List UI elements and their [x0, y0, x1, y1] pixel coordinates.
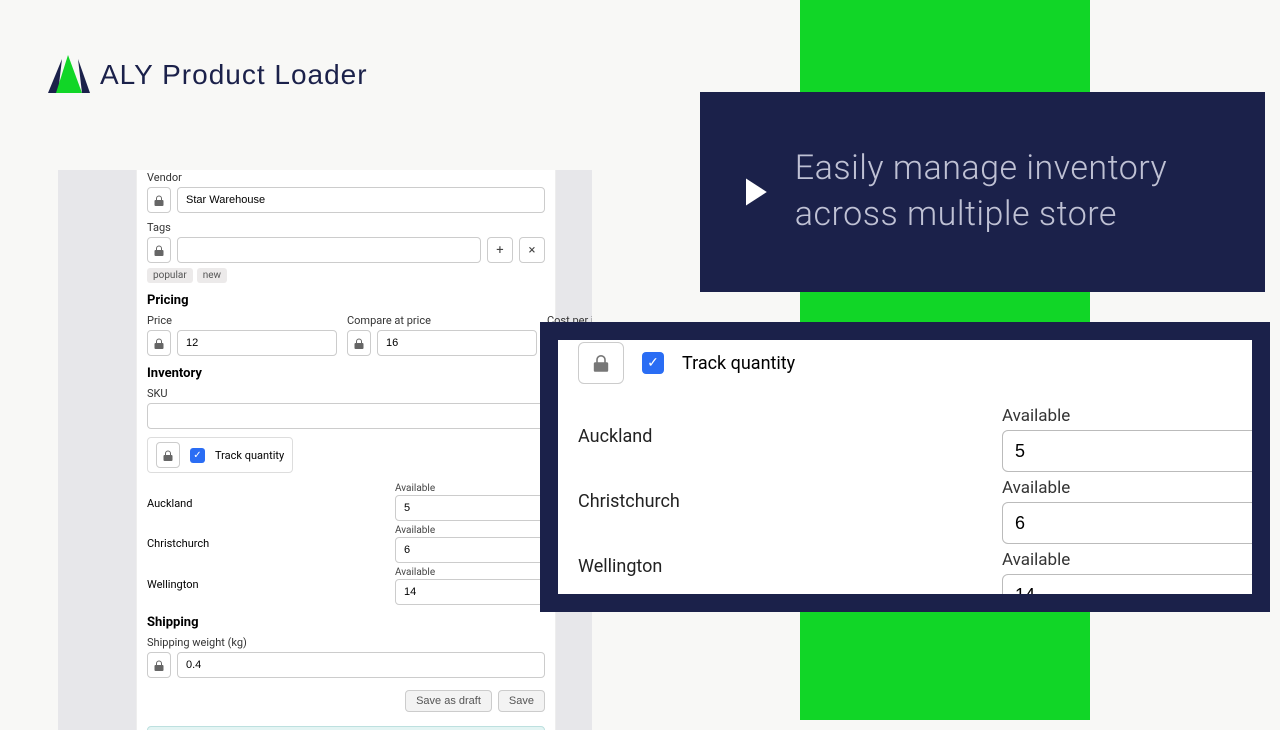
lock-icon[interactable] [147, 330, 171, 356]
location-name: Auckland [578, 426, 1002, 447]
compare-label: Compare at price [347, 314, 537, 327]
location-name: Wellington [147, 578, 395, 591]
product-form-preview: Vendor Tags + × popular new Pricing Pric… [58, 170, 592, 730]
available-input[interactable] [395, 579, 555, 605]
price-input[interactable] [177, 330, 337, 356]
play-icon [746, 170, 767, 214]
brand-name: ALY Product Loader [100, 59, 368, 91]
pricing-heading: Pricing [147, 293, 545, 308]
tag-clear-button[interactable]: × [519, 237, 545, 263]
lock-icon[interactable] [147, 237, 171, 263]
vendor-label: Vendor [147, 171, 545, 184]
available-input[interactable] [1002, 574, 1252, 594]
available-label: Available [1002, 406, 1232, 426]
brand-logo: ALY Product Loader [48, 55, 368, 95]
compare-input[interactable] [377, 330, 537, 356]
lock-icon[interactable] [347, 330, 371, 356]
form-actions: Save as draft Save [147, 690, 545, 712]
tag-chip[interactable]: popular [147, 268, 193, 283]
available-input[interactable] [1002, 430, 1252, 472]
track-quantity-label: Track quantity [215, 449, 284, 462]
save-draft-button[interactable]: Save as draft [405, 690, 492, 712]
sku-label: SKU [147, 387, 545, 400]
tag-chip[interactable]: new [197, 268, 227, 283]
location-name: Auckland [147, 497, 395, 510]
tags-label: Tags [147, 221, 545, 234]
available-label: Available [1002, 478, 1232, 498]
inventory-heading: Inventory [147, 366, 545, 381]
track-quantity-checkbox[interactable]: ✓ [642, 352, 664, 374]
marketing-slogan-panel: Easily manage inventory across multiple … [700, 92, 1265, 292]
track-quantity-checkbox[interactable]: ✓ [190, 448, 205, 463]
vendor-input[interactable] [177, 187, 545, 213]
help-banner: ? If you need any help our dedicated sup… [147, 726, 545, 730]
price-label: Price [147, 314, 337, 327]
slogan-text: Easily manage inventory across multiple … [795, 146, 1225, 238]
inventory-locations: Auckland Christchurch Wellington Availab… [147, 483, 545, 605]
available-input[interactable] [395, 495, 555, 521]
lock-icon[interactable] [156, 442, 180, 468]
available-input[interactable] [395, 537, 555, 563]
lock-icon[interactable] [147, 187, 171, 213]
save-button[interactable]: Save [498, 690, 545, 712]
location-name: Wellington [578, 556, 1002, 577]
available-label: Available [395, 483, 545, 494]
brand-logo-icon [48, 55, 90, 95]
track-quantity-label: Track quantity [682, 353, 795, 374]
shipping-heading: Shipping [147, 615, 545, 630]
available-label: Available [1002, 550, 1232, 570]
track-quantity-row-zoom: ✓ Track quantity [578, 342, 1232, 384]
available-label: Available [395, 525, 545, 536]
location-name: Christchurch [147, 537, 395, 550]
sku-input[interactable] [147, 403, 545, 429]
inventory-locations-zoom: Auckland Christchurch Wellington Availab… [578, 406, 1232, 594]
tag-add-button[interactable]: + [487, 237, 513, 263]
tag-chips: popular new [147, 268, 545, 283]
track-quantity-row: ✓ Track quantity [147, 437, 293, 473]
shipping-weight-label: Shipping weight (kg) [147, 636, 545, 649]
lock-icon[interactable] [578, 342, 624, 384]
lock-icon[interactable] [147, 652, 171, 678]
available-label: Available [395, 567, 545, 578]
shipping-weight-input[interactable] [177, 652, 545, 678]
available-input[interactable] [1002, 502, 1252, 544]
location-name: Christchurch [578, 491, 1002, 512]
tags-input[interactable] [177, 237, 481, 263]
inventory-zoom-panel: ✓ Track quantity Auckland Christchurch W… [540, 322, 1270, 612]
